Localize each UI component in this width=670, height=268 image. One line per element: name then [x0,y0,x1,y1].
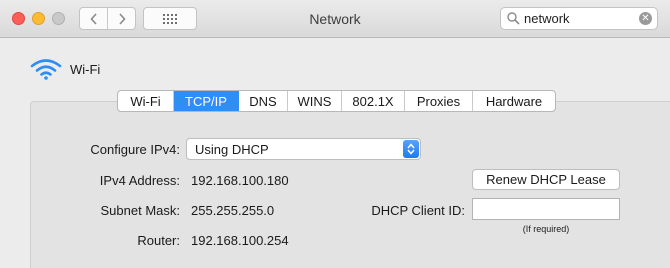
tab-dns[interactable]: DNS [239,91,288,111]
router-value: 192.168.100.254 [191,233,289,248]
dhcp-client-id-hint: (If required) [522,224,570,234]
tab-bar: Wi-Fi TCP/IP DNS WINS 802.1X Proxies Har… [117,90,556,112]
dhcp-client-id-field[interactable] [472,198,620,220]
tab-wins[interactable]: WINS [288,91,342,111]
dhcp-client-id-label: DHCP Client ID: [371,203,465,218]
configure-ipv4-select[interactable]: Using DHCP [186,138,421,160]
subnet-mask-label: Subnet Mask: [100,203,181,218]
search-icon [507,12,520,25]
search-field[interactable]: network ✕ [500,7,658,30]
tab-tcpip[interactable]: TCP/IP [174,91,239,111]
search-input[interactable]: network [524,11,570,26]
service-name: Wi-Fi [70,61,101,77]
clear-search-icon[interactable]: ✕ [639,12,652,25]
subnet-mask-value: 255.255.255.0 [191,203,275,218]
router-label: Router: [137,233,180,248]
title-bar: Network network ✕ [0,0,670,38]
service-header: Wi-Fi [30,58,100,80]
popup-stepper [403,140,419,158]
tab-proxies[interactable]: Proxies [405,91,473,111]
ipv4-address-value: 192.168.100.180 [191,173,289,188]
configure-ipv4-value: Using DHCP [195,142,269,157]
tab-8021x[interactable]: 802.1X [342,91,405,111]
wifi-icon [30,59,62,80]
renew-dhcp-lease-button[interactable]: Renew DHCP Lease [472,169,620,190]
tab-hardware[interactable]: Hardware [473,91,555,111]
ipv4-address-label: IPv4 Address: [99,173,180,188]
tab-wifi[interactable]: Wi-Fi [118,91,174,111]
configure-ipv4-label: Configure IPv4: [90,142,180,157]
up-down-arrows-icon [407,143,415,155]
